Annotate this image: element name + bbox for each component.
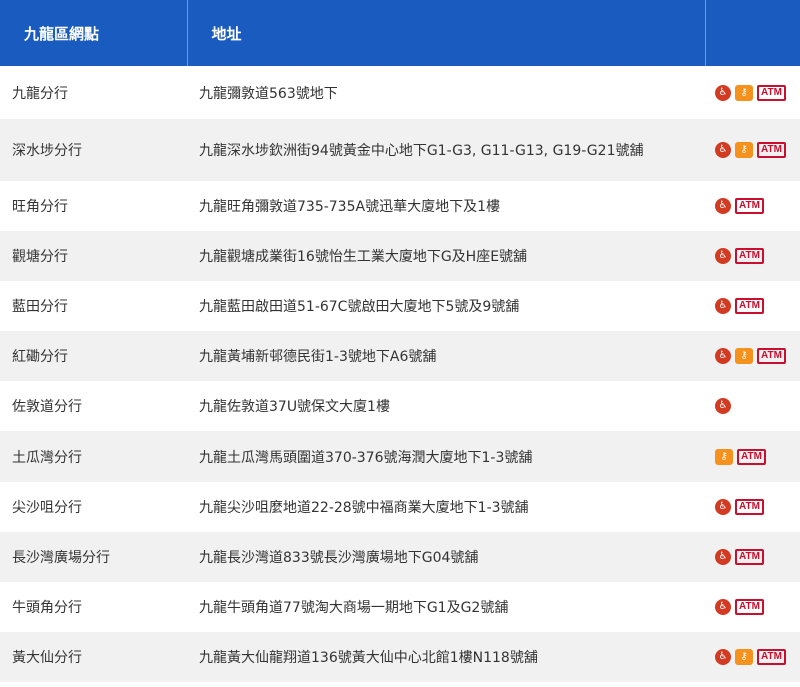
wheelchair-access-icon: ♿ <box>715 142 731 158</box>
branch-services: ♿ ⚷ ATM <box>705 532 800 582</box>
branch-name: 佐敦道分行 <box>12 399 82 416</box>
atm-icon: ATM <box>735 298 764 315</box>
branch-address: 九龍彌敦道563號地下 <box>199 85 338 102</box>
table-row: 觀塘分行 九龍觀塘成業街16號怡生工業大廈地下G及H座E號舖 ♿ ⚷ ATM <box>0 231 800 282</box>
branch-services: ♿ ⚷ ATM <box>705 119 800 181</box>
header-row: 九龍區網點 地址 <box>0 0 800 66</box>
branch-services: ♿ ⚷ ATM <box>705 181 800 231</box>
branch-name: 藍田分行 <box>12 299 68 316</box>
branch-address: 九龍黃大仙龍翔道136號黃大仙中心北館1樓N118號舖 <box>199 649 538 666</box>
branch-address: 九龍旺角彌敦道735-735A號迅華大廈地下及1樓 <box>199 199 500 216</box>
atm-icon: ATM <box>757 84 786 101</box>
atm-icon: ATM <box>735 248 764 265</box>
branch-services: ♿ ⚷ ATM <box>705 231 800 281</box>
table-row: 深水埗分行 九龍深水埗欽洲街94號黃金中心地下G1-G3, G11-G13, G… <box>0 119 800 181</box>
wheelchair-access-icon: ♿ <box>715 348 731 365</box>
wheelchair-access-icon: ♿ <box>715 298 731 315</box>
atm-icon: ATM <box>735 598 764 615</box>
branch-name: 長沙灣廣場分行 <box>12 549 110 566</box>
branch-address: 九龍土瓜灣馬頭圍道370-376號海潤大廈地下1-3號舖 <box>199 449 533 466</box>
branch-address: 九龍佐敦道37U號保文大廈1樓 <box>199 399 390 416</box>
branch-address: 九龍深水埗欽洲街94號黃金中心地下G1-G3, G11-G13, G19-G21… <box>199 143 644 159</box>
branch-services: ♿ ⚷ ATM <box>705 431 800 481</box>
table-row: 尖沙咀分行 九龍尖沙咀麼地道22-28號中福商業大廈地下1-3號舖 ♿ ⚷ AT… <box>0 482 800 532</box>
atm-icon: ATM <box>735 548 764 565</box>
atm-icon: ATM <box>757 142 786 158</box>
safe-deposit-box-icon: ⚷ <box>735 348 753 365</box>
table-row: 佐敦道分行 九龍佐敦道37U號保文大廈1樓 ♿ ⚷ ATM <box>0 381 800 431</box>
safe-deposit-box-icon: ⚷ <box>735 142 753 158</box>
wheelchair-access-icon: ♿ <box>715 248 731 265</box>
branch-address: 九龍觀塘成業街16號怡生工業大廈地下G及H座E號舖 <box>199 249 528 266</box>
table-header: 九龍區網點 地址 <box>0 0 800 66</box>
wheelchair-access-icon: ♿ <box>715 398 731 415</box>
atm-icon: ATM <box>735 498 764 515</box>
table-row: 藍田分行 九龍藍田啟田道51-67C號啟田大廈地下5號及9號舖 ♿ ⚷ ATM <box>0 281 800 331</box>
branch-services: ♿ ⚷ ATM <box>705 331 800 381</box>
branch-services: ♿ ⚷ ATM <box>705 482 800 532</box>
branch-name: 牛頭角分行 <box>12 599 82 616</box>
table-row: 長沙灣廣場分行 九龍長沙灣道833號長沙灣廣場地下G04號舖 ♿ ⚷ ATM <box>0 531 800 582</box>
wheelchair-access-icon: ♿ <box>715 648 731 665</box>
table-body: 九龍分行 九龍彌敦道563號地下 ♿ ⚷ ATM 深水埗分行 九龍深水埗欽洲街9… <box>0 66 800 682</box>
table-row: 土瓜灣分行 九龍土瓜灣馬頭圍道370-376號海潤大廈地下1-3號舖 ♿ ⚷ A… <box>0 431 800 482</box>
branch-address: 九龍尖沙咀麼地道22-28號中福商業大廈地下1-3號舖 <box>199 499 529 516</box>
branch-name: 觀塘分行 <box>12 249 68 266</box>
branch-name: 黃大仙分行 <box>12 649 82 666</box>
branch-services: ♿ ⚷ ATM <box>705 582 800 632</box>
column-header-services <box>705 0 800 66</box>
wheelchair-access-icon: ♿ <box>715 198 731 215</box>
branch-services: ♿ ⚷ ATM <box>705 281 800 331</box>
table-row: 黃大仙分行 九龍黃大仙龍翔道136號黃大仙中心北館1樓N118號舖 ♿ ⚷ AT… <box>0 631 800 682</box>
branch-address: 九龍牛頭角道77號淘大商場一期地下G1及G2號舖 <box>199 599 509 616</box>
table-row: 牛頭角分行 九龍牛頭角道77號淘大商場一期地下G1及G2號舖 ♿ ⚷ ATM <box>0 582 800 632</box>
branch-name: 旺角分行 <box>12 199 68 216</box>
table-row: 紅磡分行 九龍黃埔新邨德民街1-3號地下A6號舖 ♿ ⚷ ATM <box>0 331 800 382</box>
column-header-branch: 九龍區網點 <box>0 0 188 66</box>
branch-name: 土瓜灣分行 <box>12 449 82 466</box>
branch-name: 九龍分行 <box>12 85 68 102</box>
atm-icon: ATM <box>757 348 786 365</box>
atm-icon: ATM <box>757 648 786 665</box>
branch-name: 尖沙咀分行 <box>12 499 82 516</box>
branch-address: 九龍藍田啟田道51-67C號啟田大廈地下5號及9號舖 <box>199 299 520 316</box>
branch-name: 深水埗分行 <box>12 143 82 159</box>
safe-deposit-box-icon: ⚷ <box>735 84 753 101</box>
atm-icon: ATM <box>737 448 766 465</box>
wheelchair-access-icon: ♿ <box>715 548 731 565</box>
wheelchair-access-icon: ♿ <box>715 84 731 101</box>
atm-icon: ATM <box>735 198 764 215</box>
safe-deposit-box-icon: ⚷ <box>715 448 733 465</box>
branch-services: ♿ ⚷ ATM <box>705 66 800 119</box>
branch-name: 紅磡分行 <box>12 349 68 366</box>
branch-services: ♿ ⚷ ATM <box>705 381 800 431</box>
table-row: 旺角分行 九龍旺角彌敦道735-735A號迅華大廈地下及1樓 ♿ ⚷ ATM <box>0 181 800 231</box>
branch-table: 九龍區網點 地址 九龍分行 九龍彌敦道563號地下 ♿ ⚷ ATM 深水埗分行 … <box>0 0 800 682</box>
table-row: 九龍分行 九龍彌敦道563號地下 ♿ ⚷ ATM <box>0 66 800 119</box>
column-header-address: 地址 <box>187 0 706 66</box>
branch-address: 九龍黃埔新邨德民街1-3號地下A6號舖 <box>199 349 437 366</box>
wheelchair-access-icon: ♿ <box>715 498 731 515</box>
safe-deposit-box-icon: ⚷ <box>735 648 753 665</box>
branch-address: 九龍長沙灣道833號長沙灣廣場地下G04號舖 <box>199 549 479 566</box>
branch-services: ♿ ⚷ ATM <box>705 632 800 682</box>
wheelchair-access-icon: ♿ <box>715 598 731 615</box>
